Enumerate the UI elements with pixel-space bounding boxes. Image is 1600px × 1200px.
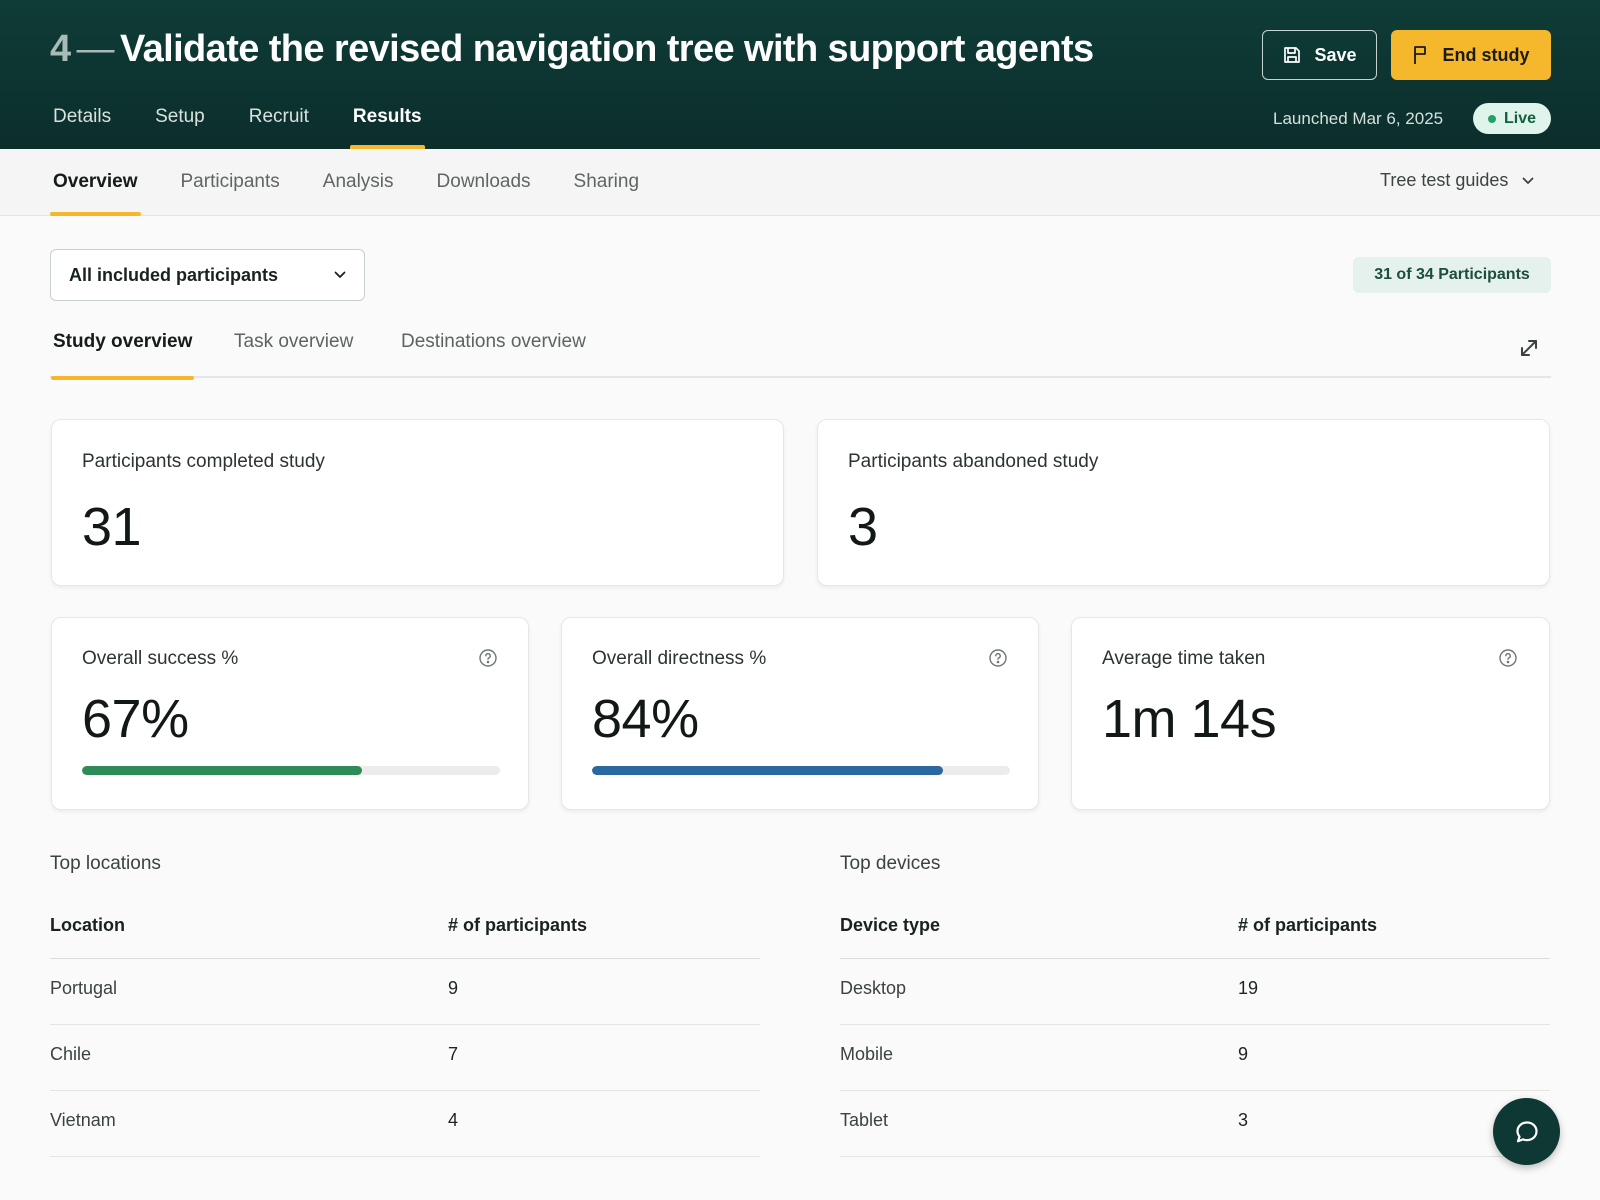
live-dot-icon: [1487, 114, 1496, 123]
study-number: 4: [50, 28, 71, 70]
help-icon[interactable]: [1498, 648, 1518, 668]
directness-value: 84%: [592, 689, 699, 749]
completed-card: Participants completed study 31: [51, 419, 784, 586]
tab-sharing[interactable]: Sharing: [571, 171, 643, 216]
tab-results[interactable]: Results: [349, 104, 425, 149]
save-button[interactable]: Save: [1262, 30, 1377, 80]
study-header: 4— Validate the revised navigation tree w…: [0, 0, 1600, 149]
tab-setup[interactable]: Setup: [152, 104, 208, 149]
success-label: Overall success %: [82, 648, 239, 669]
time-label: Average time taken: [1102, 648, 1266, 669]
location-count: 7: [448, 1044, 459, 1064]
device-name: Tablet: [840, 1110, 889, 1130]
completed-label: Participants completed study: [82, 451, 325, 472]
column-header: Device type: [840, 915, 941, 935]
column-header: # of participants: [1238, 915, 1378, 935]
tab-recruit[interactable]: Recruit: [246, 104, 312, 149]
expand-icon[interactable]: [1515, 334, 1543, 362]
tab-details[interactable]: Details: [50, 104, 114, 149]
device-count: 19: [1238, 978, 1259, 998]
save-label: Save: [1314, 44, 1357, 65]
filter-value: All included participants: [69, 264, 279, 285]
location-count: 9: [448, 978, 459, 998]
table-header: Device type # of participants: [840, 906, 1550, 959]
directness-card: Overall directness % 84%: [561, 617, 1039, 810]
overview-tabs: Study overview Task overview Destination…: [50, 331, 1551, 380]
column-header: Location: [50, 915, 125, 935]
tab-task-overview[interactable]: Task overview: [234, 331, 353, 378]
main-tabs: Details Setup Recruit Results: [50, 104, 463, 149]
chevron-down-icon: [1523, 177, 1534, 184]
tab-destinations-overview[interactable]: Destinations overview: [401, 331, 586, 378]
devices-table: Device type # of participants Desktop 19…: [840, 906, 1550, 1157]
devices-title: Top devices: [840, 853, 941, 874]
results-subnav: Overview Participants Analysis Downloads…: [0, 149, 1600, 216]
help-icon[interactable]: [478, 648, 498, 668]
tab-participants[interactable]: Participants: [178, 171, 283, 216]
directness-progress-fill: [592, 766, 944, 775]
directness-label: Overall directness %: [592, 648, 767, 669]
table-row: Portugal 9: [50, 959, 760, 1025]
table-row: Desktop 19: [840, 959, 1550, 1025]
table-row: Tablet 3: [840, 1091, 1550, 1157]
launched-date: Launched Mar 6, 2025: [1273, 109, 1444, 128]
study-title: 4— Validate the revised navigation tree w…: [50, 28, 1094, 71]
table-header: Location # of participants: [50, 906, 760, 959]
location-count: 4: [448, 1110, 459, 1130]
status-label: Live: [1503, 109, 1536, 127]
save-icon: [1284, 47, 1301, 63]
chat-button[interactable]: [1493, 1098, 1560, 1165]
location-name: Vietnam: [50, 1110, 116, 1130]
end-study-label: End study: [1442, 44, 1530, 65]
tab-analysis[interactable]: Analysis: [320, 171, 397, 216]
flag-icon: [1414, 46, 1427, 64]
title-separator: —: [76, 28, 115, 70]
abandoned-label: Participants abandoned study: [848, 451, 1099, 472]
tab-downloads[interactable]: Downloads: [434, 171, 534, 216]
table-row: Chile 7: [50, 1025, 760, 1091]
time-value: 1m 14s: [1102, 689, 1277, 749]
participant-filter-select[interactable]: All included participants: [50, 249, 365, 301]
success-value: 67%: [82, 689, 189, 749]
device-count: 9: [1238, 1044, 1249, 1064]
status-badge: Live: [1473, 103, 1551, 134]
tab-study-overview[interactable]: Study overview: [50, 331, 195, 380]
directness-progress-bar: [592, 766, 1010, 775]
tab-overview[interactable]: Overview: [50, 171, 141, 216]
location-name: Chile: [50, 1044, 92, 1064]
study-name: Validate the revised navigation tree wit…: [119, 28, 1094, 70]
device-name: Mobile: [840, 1044, 894, 1064]
success-progress-bar: [82, 766, 500, 775]
end-study-button[interactable]: End study: [1391, 30, 1551, 80]
subnav-tabs: Overview Participants Analysis Downloads…: [50, 171, 679, 216]
abandoned-card: Participants abandoned study 3: [817, 419, 1550, 586]
table-row: Mobile 9: [840, 1025, 1550, 1091]
time-card: Average time taken 1m 14s: [1071, 617, 1550, 810]
location-name: Portugal: [50, 978, 118, 998]
help-icon[interactable]: [988, 648, 1008, 668]
abandoned-value: 3: [848, 497, 878, 557]
locations-title: Top locations: [50, 853, 161, 874]
device-name: Desktop: [840, 978, 907, 998]
table-row: Vietnam 4: [50, 1091, 760, 1157]
participant-count-badge: 31 of 34 Participants: [1353, 257, 1551, 293]
success-progress-fill: [82, 766, 363, 775]
locations-table: Location # of participants Portugal 9 Ch…: [50, 906, 760, 1157]
column-header: # of participants: [448, 915, 588, 935]
success-card: Overall success % 67%: [51, 617, 529, 810]
completed-value: 31: [82, 497, 142, 557]
guides-label: Tree test guides: [1380, 170, 1509, 190]
device-count: 3: [1238, 1110, 1249, 1130]
chat-icon: [1515, 1120, 1538, 1142]
chevron-down-icon: [334, 271, 346, 278]
guides-dropdown[interactable]: Tree test guides: [1380, 170, 1534, 191]
